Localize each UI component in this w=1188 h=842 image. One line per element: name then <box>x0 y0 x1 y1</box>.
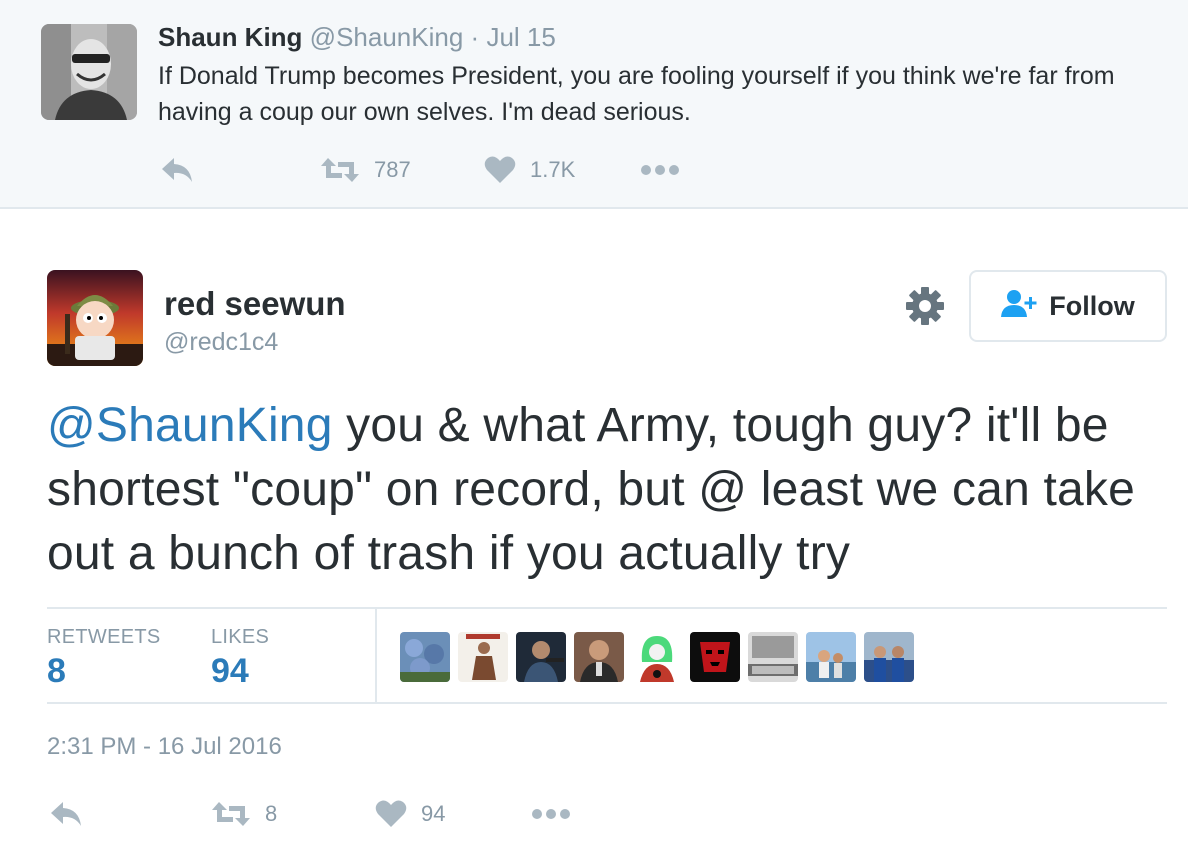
gear-icon[interactable] <box>904 285 946 327</box>
retweet-icon <box>211 800 251 828</box>
stats-bottom-divider <box>47 702 1167 704</box>
liker-avatar[interactable] <box>864 632 914 682</box>
author-avatar[interactable] <box>47 270 143 366</box>
stats-top-divider <box>47 607 1167 609</box>
retweet-count: 8 <box>265 801 278 826</box>
mention-link[interactable]: @ShaunKing <box>47 399 333 452</box>
author-name[interactable]: red seewun <box>164 284 346 324</box>
parent-tweet-text: If Donald Trump becomes President, you a… <box>158 62 1115 126</box>
stats-vertical-divider <box>375 609 377 702</box>
liker-avatar[interactable] <box>574 632 624 682</box>
parent-avatar[interactable] <box>41 24 137 120</box>
more-icon <box>531 808 571 820</box>
parent-like-count: 1.7K <box>530 157 576 182</box>
parent-retweet-button[interactable]: 787 <box>320 150 411 190</box>
retweet-button[interactable]: 8 <box>211 792 277 836</box>
liker-avatar[interactable] <box>400 632 450 682</box>
more-icon <box>640 164 680 176</box>
likes-label[interactable]: LIKES <box>211 626 269 649</box>
liker-avatar[interactable] <box>632 632 682 682</box>
reply-button[interactable] <box>49 792 83 836</box>
author-handle[interactable]: @redc1c4 <box>164 326 278 358</box>
like-button[interactable]: 94 <box>375 792 445 836</box>
parent-more-button[interactable] <box>640 150 680 190</box>
tweet-actions: 8 94 <box>47 792 647 836</box>
reply-icon <box>49 800 83 828</box>
parent-reply-button[interactable] <box>160 150 194 190</box>
parent-tweet[interactable]: Shaun King @ShaunKing · Jul 15 If Donald… <box>0 0 1188 209</box>
parent-like-button[interactable]: 1.7K <box>484 150 575 190</box>
tweet-timestamp[interactable]: 2:31 PM - 16 Jul 2016 <box>47 733 282 761</box>
liker-avatar[interactable] <box>690 632 740 682</box>
retweet-icon <box>320 156 360 184</box>
follow-button-label: Follow <box>1049 290 1135 321</box>
liker-avatar[interactable] <box>806 632 856 682</box>
tweet-text: @ShaunKing you & what Army, tough guy? i… <box>47 394 1167 586</box>
parent-author-name[interactable]: Shaun King <box>158 22 302 52</box>
retweets-count[interactable]: 8 <box>47 652 66 691</box>
liker-avatar[interactable] <box>516 632 566 682</box>
parent-tweet-actions: 787 1.7K <box>158 150 758 190</box>
retweets-label[interactable]: RETWEETS <box>47 626 161 649</box>
heart-icon <box>375 800 407 828</box>
parent-retweet-count: 787 <box>374 157 411 182</box>
more-button[interactable] <box>531 792 571 836</box>
liker-avatar[interactable] <box>748 632 798 682</box>
parent-tweet-header: Shaun King @ShaunKing · Jul 15 <box>158 20 556 54</box>
header-separator: · <box>470 22 480 52</box>
liker-avatar[interactable] <box>458 632 508 682</box>
follow-person-icon <box>1001 289 1049 324</box>
parent-tweet-date[interactable]: Jul 15 <box>486 22 555 52</box>
follow-button[interactable]: Follow <box>969 270 1167 342</box>
likes-count[interactable]: 94 <box>211 652 249 691</box>
reply-icon <box>160 156 194 184</box>
heart-icon <box>484 156 516 184</box>
like-count: 94 <box>421 801 446 826</box>
parent-author-handle[interactable]: @ShaunKing <box>310 22 464 52</box>
